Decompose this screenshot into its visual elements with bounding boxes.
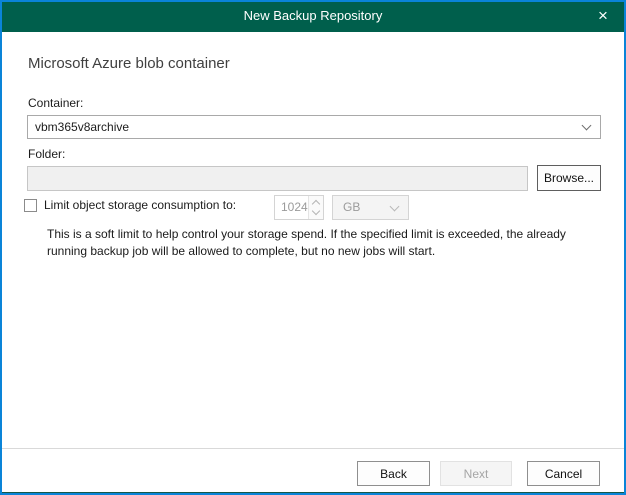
limit-storage-checkbox[interactable] (24, 199, 37, 212)
container-selected-value: vbm365v8archive (35, 120, 129, 134)
close-icon: × (598, 6, 608, 25)
folder-label: Folder: (28, 147, 65, 161)
browse-button[interactable]: Browse... (537, 165, 601, 191)
dialog-title: New Backup Repository (0, 0, 626, 32)
cancel-button[interactable]: Cancel (527, 461, 600, 486)
close-button[interactable]: × (588, 4, 618, 28)
page-title: Microsoft Azure blob container (28, 55, 230, 72)
limit-amount-value: 1024 (281, 200, 308, 214)
titlebar: New Backup Repository × (0, 0, 626, 32)
limit-hint-text: This is a soft limit to help control you… (47, 226, 603, 260)
chevron-down-icon (582, 121, 592, 131)
folder-input (27, 166, 528, 191)
limit-amount-spinner: 1024 (274, 195, 324, 220)
chevron-down-icon (390, 202, 400, 212)
container-combobox[interactable]: vbm365v8archive (27, 115, 601, 139)
new-backup-repository-dialog: New Backup Repository × Microsoft Azure … (0, 0, 626, 495)
limit-unit-select: GB (332, 195, 409, 220)
container-label: Container: (28, 96, 83, 110)
footer-divider (2, 448, 624, 449)
spinner-down-icon (312, 207, 320, 215)
back-button[interactable]: Back (357, 461, 430, 486)
limit-storage-checkbox-label: Limit object storage consumption to: (44, 198, 236, 212)
next-button[interactable]: Next (440, 461, 512, 486)
limit-unit-value: GB (343, 200, 360, 214)
spinner-arrows (308, 196, 323, 219)
window-bottom-shade (2, 492, 624, 493)
